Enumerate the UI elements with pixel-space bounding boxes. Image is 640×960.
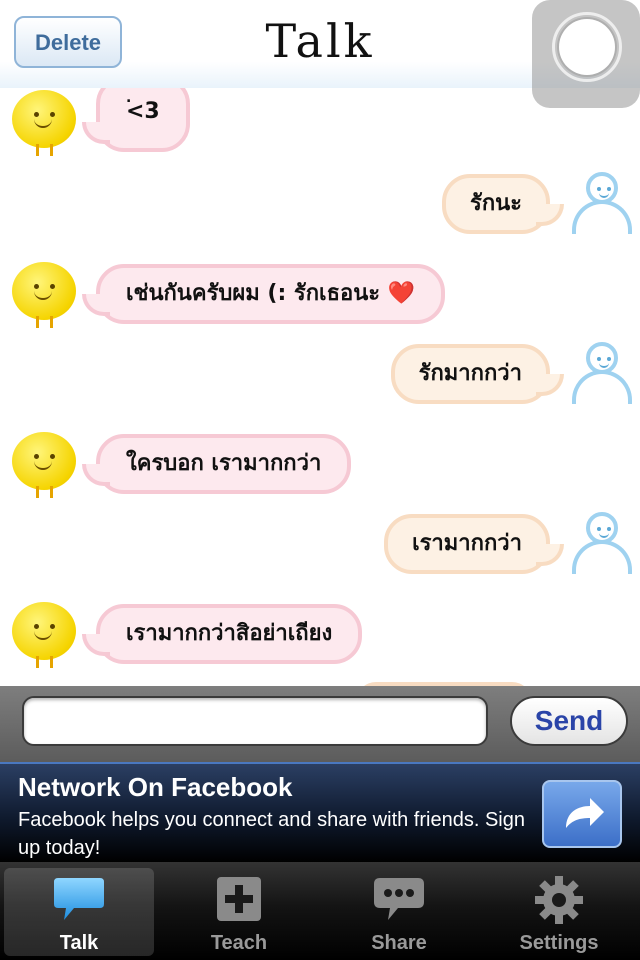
chat-message-left: เช่นกันครับผม (: รักเธอนะ ❤️ [0, 260, 640, 330]
chat-dots-icon [372, 874, 426, 928]
message-input[interactable] [22, 696, 488, 746]
message-text: <3 [126, 99, 160, 124]
ad-body: Facebook helps you connect and share wit… [18, 809, 525, 859]
chat-message-right: เรามากกว่า [0, 512, 640, 582]
share-arrow-icon[interactable] [542, 780, 622, 848]
chick-avatar-icon [8, 260, 80, 332]
speech-bubble-icon [52, 874, 106, 928]
chat-message-left: เรามากกว่าสิอย่าเถียง [0, 600, 640, 670]
message-bubble: เรามากกว่าสิอย่าเถียง [81, 604, 363, 664]
plus-square-icon [214, 874, 264, 928]
message-bubble: . <3 [82, 88, 190, 152]
tab-share[interactable]: Share [324, 868, 474, 956]
message-bubble: รักมากกว่า [390, 344, 565, 404]
message-text: เรามากกว่าสิอย่าเถียง [126, 621, 333, 646]
tab-talk[interactable]: Talk [4, 868, 154, 956]
tab-teach[interactable]: Teach [164, 868, 314, 956]
tab-bar: Talk Teach Share Settings [0, 862, 640, 960]
ad-title: Network On Facebook [18, 772, 293, 802]
tab-label: Settings [519, 932, 599, 954]
message-bubble: รักนะ [442, 174, 564, 234]
send-button[interactable]: Send [510, 696, 628, 746]
message-bubble: เรามากกว่า [384, 514, 564, 574]
message-text: รักมากกว่า [418, 361, 522, 386]
chick-avatar-icon [8, 600, 80, 672]
chick-avatar-icon [8, 430, 80, 502]
tab-label: Teach [210, 932, 268, 954]
message-bubble: เช่นกันครับผม (: รักเธอนะ ❤️ [81, 264, 446, 324]
message-bubble: ใครบอก เรามากกว่า [81, 434, 352, 494]
message-text: รักนะ [470, 191, 522, 216]
message-text: ใครบอก เรามากกว่า [126, 451, 322, 476]
chat-message-right: รักมากกว่า [0, 342, 640, 412]
chat-list[interactable]: . <3 รักนะ เช่นกันครับผม (: รักเธอนะ ❤️ … [0, 88, 640, 686]
ad-banner[interactable]: Network On Facebook Facebook helps you c… [0, 762, 640, 862]
tab-label: Talk [59, 932, 99, 954]
message-text: เรามากกว่า [412, 531, 522, 556]
chat-message-right: รักนะ [0, 172, 640, 242]
gear-icon [533, 874, 585, 930]
user-avatar-icon [570, 342, 634, 406]
assistive-touch-button[interactable] [532, 0, 640, 108]
user-avatar-icon [570, 512, 634, 576]
compose-bar: Send [0, 686, 640, 762]
chat-message-left: ใครบอก เรามากกว่า [0, 430, 640, 500]
user-avatar-icon [570, 172, 634, 236]
chick-avatar-icon [8, 88, 80, 160]
assistive-touch-center-icon [559, 19, 615, 75]
tab-label: Share [371, 932, 427, 954]
tab-settings[interactable]: Settings [484, 868, 634, 956]
message-text: เช่นกันครับผม (: รักเธอนะ ❤️ [126, 281, 416, 306]
